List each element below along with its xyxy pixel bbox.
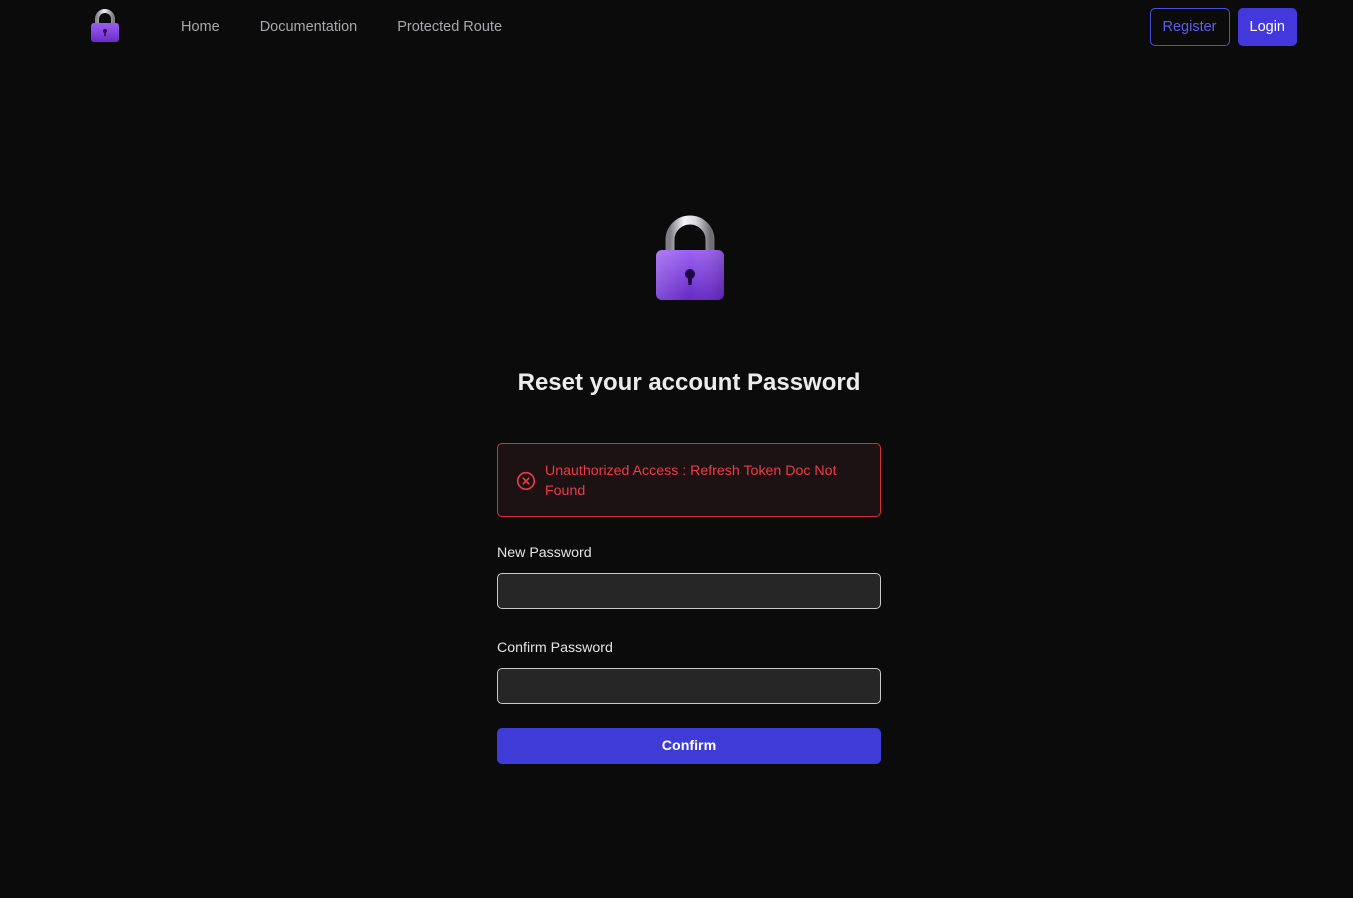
top-nav: Home Documentation Protected Route Regis…: [0, 0, 1353, 54]
reset-password-page: Home Documentation Protected Route Regis…: [0, 0, 1353, 898]
error-message: Unauthorized Access : Refresh Token Doc …: [545, 463, 837, 499]
new-password-input[interactable]: [497, 573, 881, 609]
confirm-password-label: Confirm Password: [497, 640, 613, 656]
reset-password-form: Unauthorized Access : Refresh Token Doc …: [497, 443, 881, 764]
nav-link-documentation[interactable]: Documentation: [260, 18, 358, 36]
new-password-label: New Password: [497, 545, 592, 561]
register-button[interactable]: Register: [1149, 8, 1230, 46]
page-title: Reset your account Password: [517, 369, 861, 396]
nav-link-home[interactable]: Home: [181, 18, 220, 36]
x-circle-icon: [516, 471, 536, 491]
nav-links: Home Documentation Protected Route: [181, 18, 502, 36]
confirm-password-input[interactable]: [497, 668, 881, 704]
error-alert: Unauthorized Access : Refresh Token Doc …: [497, 443, 881, 517]
nav-link-protected-route[interactable]: Protected Route: [397, 18, 502, 36]
hero-lock-icon: [654, 214, 726, 302]
auth-actions: Register Login: [1149, 8, 1297, 46]
login-button[interactable]: Login: [1237, 8, 1297, 46]
confirm-button[interactable]: Confirm: [497, 728, 881, 764]
logo-lock-icon[interactable]: [89, 8, 121, 44]
